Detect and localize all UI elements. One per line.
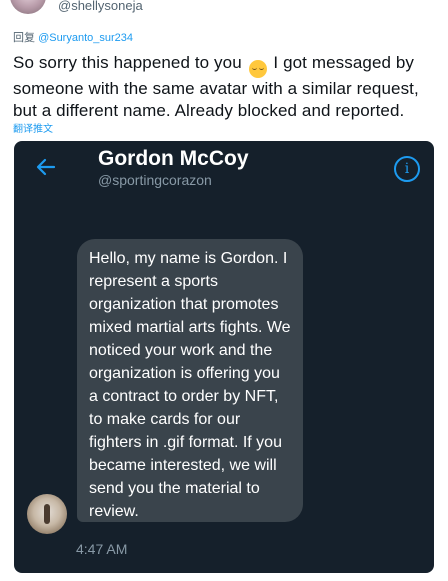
message-bubble: Hello, my name is Gordon. I represent a … — [77, 239, 303, 522]
tweet-text: So sorry this happened to you 😔 I got me… — [13, 52, 438, 122]
tweet-header: @shellysoneja — [0, 0, 448, 20]
reply-prefix: 回复 — [13, 32, 35, 44]
info-icon[interactable]: i — [394, 156, 420, 182]
user-avatar[interactable] — [10, 0, 46, 14]
replying-to-line: 回复 @Suryanto_sur234 — [13, 29, 133, 45]
dm-contact-handle: @sportingcorazon — [98, 172, 212, 188]
user-handle[interactable]: @shellysoneja — [58, 0, 143, 13]
arrow-left-icon-svg — [36, 158, 56, 176]
sender-avatar[interactable] — [27, 494, 67, 534]
pensive-face-emoji-icon: 😔 — [248, 60, 267, 78]
dm-contact-name: Gordon McCoy — [98, 147, 249, 170]
translate-tweet-link[interactable]: 翻译推文 — [13, 120, 53, 135]
message-timestamp: 4:47 AM — [76, 541, 128, 557]
dm-screenshot: Gordon McCoy @sportingcorazon i Hello, m… — [14, 141, 434, 573]
arrow-left-icon[interactable] — [34, 155, 58, 179]
tweet-text-start: So sorry this happened to you — [13, 53, 242, 72]
reply-mention-link[interactable]: @Suryanto_sur234 — [38, 32, 133, 44]
